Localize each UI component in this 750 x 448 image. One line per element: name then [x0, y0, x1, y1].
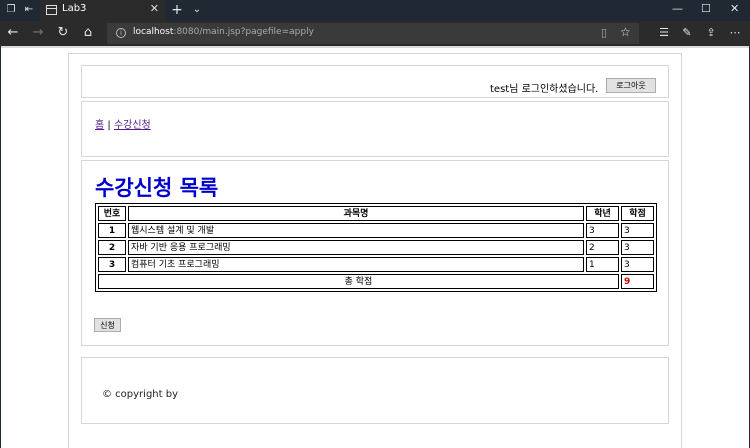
back-icon[interactable]: ←	[5, 25, 21, 41]
page-icon	[46, 5, 57, 15]
pen-notes-icon[interactable]: ✎	[679, 25, 695, 41]
cell-name: 자바 기반 응용 프로그래밍	[128, 240, 584, 255]
table-row: 2 자바 기반 응용 프로그래밍 2 3	[98, 240, 654, 255]
cell-no: 3	[98, 257, 126, 272]
close-tab-icon[interactable]: ✕	[150, 2, 159, 15]
cell-year: 3	[586, 223, 619, 238]
viewport-edge	[0, 46, 750, 48]
favorites-hub-icon[interactable]: ☰	[656, 25, 672, 41]
apply-button[interactable]: 신청	[94, 318, 121, 332]
login-message: test님 로그인하셨습니다.	[490, 84, 599, 95]
total-row: 총 학점 9	[98, 274, 654, 289]
home-link[interactable]: 홈	[95, 120, 104, 131]
cell-year: 1	[586, 257, 619, 272]
forward-icon[interactable]: →	[30, 25, 46, 41]
more-menu-icon[interactable]: ⋯	[727, 25, 743, 41]
window-border-left	[0, 46, 1, 448]
share-icon[interactable]: ⇪	[703, 25, 719, 41]
close-window-icon[interactable]: ✕	[730, 2, 739, 15]
site-info-icon[interactable]: i	[116, 28, 126, 38]
tab-title: Lab3	[62, 3, 87, 14]
apply-link[interactable]: 수강신청	[114, 120, 151, 131]
nav-section: 홈 | 수강신청	[81, 101, 669, 157]
reading-view-icon[interactable]: ▯	[601, 26, 607, 39]
cell-no: 2	[98, 240, 126, 255]
column-header-year: 학년	[586, 206, 619, 221]
new-tab-icon[interactable]: +	[170, 3, 184, 17]
page-title: 수강신청 목록	[95, 176, 219, 200]
browser-tab[interactable]: Lab3 ✕	[40, 0, 165, 21]
cell-name: 웹시스템 설계 및 개발	[128, 223, 584, 238]
url-text[interactable]: localhost:8080/main.jsp?pagefile=apply	[133, 27, 314, 37]
set-aside-tabs-icon[interactable]: ⇤	[22, 3, 36, 17]
table-row: 3 컴퓨터 기초 프로그래밍 1 3	[98, 257, 654, 272]
cell-no: 1	[98, 223, 126, 238]
tab-list-icon[interactable]: ⌄	[190, 3, 204, 17]
table-row: 1 웹시스템 설계 및 개발 3 3	[98, 223, 654, 238]
header-section: test님 로그인하셨습니다. 로그아웃	[81, 65, 669, 98]
home-icon[interactable]: ⌂	[80, 25, 96, 41]
copyright-text: © copyright by	[102, 389, 179, 400]
page-wrapper: test님 로그인하셨습니다. 로그아웃 홈 | 수강신청 수강신청 목록 번호…	[68, 53, 682, 448]
breadcrumb: 홈 | 수강신청	[95, 116, 151, 131]
cell-credit: 3	[621, 257, 654, 272]
column-header-no: 번호	[98, 206, 126, 221]
cell-name: 컴퓨터 기초 프로그래밍	[128, 257, 584, 272]
browser-navbar: ← → ↻ ⌂ i localhost:8080/main.jsp?pagefi…	[0, 21, 750, 46]
maximize-icon[interactable]: ☐	[701, 2, 711, 15]
address-bar[interactable]: i localhost:8080/main.jsp?pagefile=apply…	[107, 23, 639, 44]
footer-section: © copyright by	[81, 357, 669, 424]
tab-actions-icon[interactable]: ❐	[4, 3, 18, 17]
column-header-credit: 학점	[621, 206, 654, 221]
browser-titlebar: ❐ ⇤ Lab3 ✕ + ⌄ — ☐ ✕	[0, 0, 750, 21]
total-credits-value: 9	[621, 274, 654, 289]
logout-button[interactable]: 로그아웃	[606, 78, 656, 93]
cell-year: 2	[586, 240, 619, 255]
total-credits-label: 총 학점	[98, 274, 619, 289]
table-header-row: 번호 과목명 학년 학점	[98, 206, 654, 221]
minimize-icon[interactable]: —	[672, 2, 683, 15]
nav-separator: |	[107, 120, 111, 131]
course-table: 번호 과목명 학년 학점 1 웹시스템 설계 및 개발 3 3 2 자바 기반 …	[95, 203, 657, 292]
cell-credit: 3	[621, 240, 654, 255]
refresh-icon[interactable]: ↻	[55, 25, 71, 41]
cell-credit: 3	[621, 223, 654, 238]
favorite-star-icon[interactable]: ☆	[620, 25, 631, 39]
column-header-name: 과목명	[128, 206, 584, 221]
content-section: 수강신청 목록 번호 과목명 학년 학점 1 웹시스템 설계 및 개발 3 3	[81, 160, 669, 346]
